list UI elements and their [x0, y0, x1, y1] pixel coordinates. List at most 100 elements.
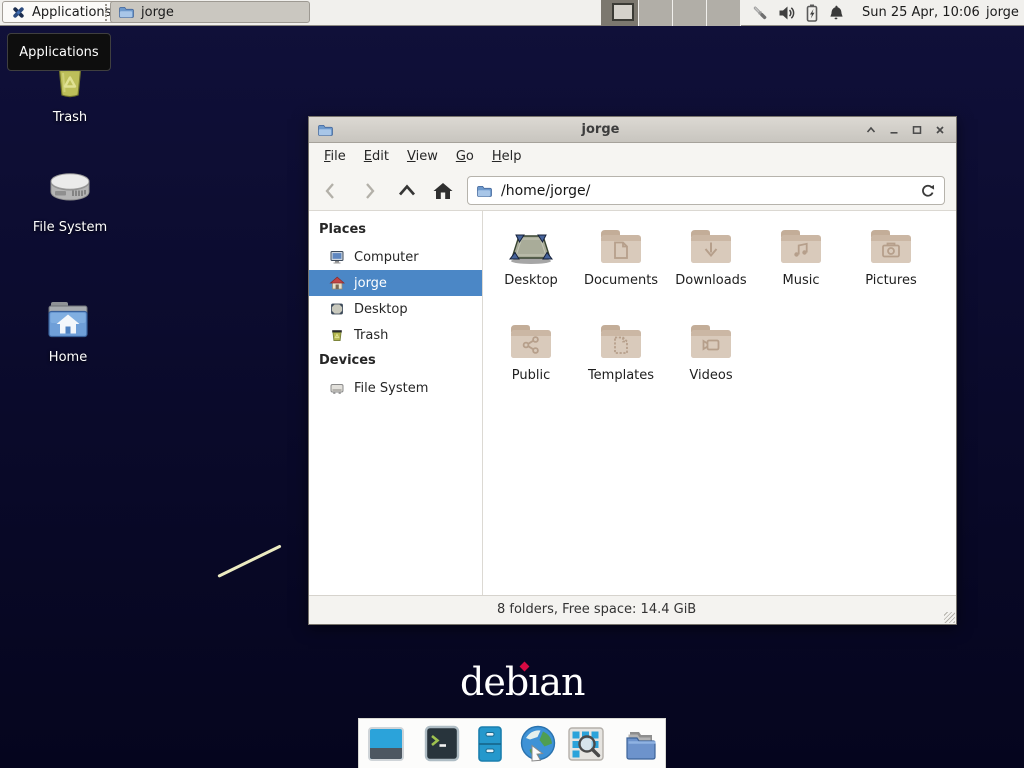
file-item-templates[interactable]: Templates	[576, 314, 666, 409]
file-item-desktop[interactable]: Desktop	[486, 219, 576, 314]
reload-button[interactable]	[920, 183, 936, 199]
sidebar-item-file-system[interactable]: File System	[309, 375, 482, 401]
file-cabinet-icon[interactable]	[470, 724, 510, 764]
templates-folder-icon	[597, 314, 645, 363]
file-label: Documents	[584, 273, 658, 288]
videos-folder-icon	[687, 314, 735, 363]
file-item-documents[interactable]: Documents	[576, 219, 666, 314]
menubar: File Edit View Go Help	[309, 143, 956, 170]
file-label: Public	[512, 368, 550, 383]
terminal-icon[interactable]	[422, 724, 462, 764]
icon-view[interactable]: Desktop Documents	[483, 211, 956, 595]
system-tray	[750, 3, 845, 23]
top-panel: Applications jorge	[0, 0, 1024, 26]
desktop: Applications jorge	[0, 0, 1024, 768]
desk-icon	[507, 219, 555, 268]
shade-button[interactable]	[864, 123, 878, 137]
menu-edit[interactable]: Edit	[355, 149, 398, 164]
battery-icon[interactable]	[804, 3, 820, 23]
public-folder-icon	[507, 314, 555, 363]
desktop-icon-file-system[interactable]: File System	[22, 166, 118, 235]
sidebar-item-jorge[interactable]: jorge	[309, 270, 482, 296]
path-folder-icon	[476, 183, 492, 199]
desktop-icon-home[interactable]: Home	[20, 296, 116, 365]
debian-text-i: ı	[528, 660, 539, 704]
notifications-bell-icon[interactable]	[827, 3, 845, 23]
workspace-4[interactable]	[707, 0, 741, 26]
pager-window-thumb	[612, 3, 634, 21]
sidebar-item-label: File System	[354, 381, 428, 396]
resize-grip[interactable]	[944, 612, 955, 623]
panel-user-menu[interactable]: jorge	[986, 0, 1019, 26]
home-folder-icon	[44, 296, 92, 344]
sidebar-item-trash[interactable]: Trash	[309, 322, 482, 348]
statusbar: 8 folders, Free space: 14.4 GiB	[309, 595, 956, 624]
mouse-cursor	[217, 544, 281, 577]
path-input[interactable]	[499, 182, 913, 200]
debian-wordmark: debıan	[460, 660, 584, 704]
maximize-button[interactable]	[910, 123, 924, 137]
folder-launcher-icon[interactable]	[622, 724, 662, 764]
sidebar-item-computer[interactable]: Computer	[309, 244, 482, 270]
workspace-2[interactable]	[639, 0, 673, 26]
file-label: Templates	[588, 368, 654, 383]
drive-mini-icon	[329, 380, 345, 396]
desktop-mini-icon	[329, 301, 345, 317]
menu-go[interactable]: Go	[447, 149, 483, 164]
computer-icon	[329, 249, 345, 265]
music-folder-icon	[777, 219, 825, 268]
menu-view[interactable]: View	[398, 149, 447, 164]
close-button[interactable]	[933, 123, 947, 137]
workspace-pager[interactable]	[601, 0, 741, 26]
file-item-downloads[interactable]: Downloads	[666, 219, 756, 314]
window-controls	[864, 123, 956, 137]
taskbar-window-button[interactable]: jorge	[110, 1, 310, 23]
sidebar-item-desktop[interactable]: Desktop	[309, 296, 482, 322]
sidebar-header-devices: Devices	[309, 348, 482, 375]
sidebar-item-label: Trash	[354, 328, 388, 343]
panel-clock[interactable]: Sun 25 Apr, 10:06	[862, 0, 980, 26]
file-manager-window: jorge File Edit View Go Help	[308, 116, 957, 625]
file-item-pictures[interactable]: Pictures	[846, 219, 936, 314]
menu-file[interactable]: File	[315, 149, 355, 164]
titlebar[interactable]: jorge	[309, 117, 956, 143]
back-button[interactable]	[319, 179, 343, 203]
file-item-music[interactable]: Music	[756, 219, 846, 314]
documents-folder-icon	[597, 219, 645, 268]
web-browser-icon[interactable]	[518, 724, 558, 764]
sidebar-item-label: Desktop	[354, 302, 408, 317]
bottom-dock	[358, 718, 666, 768]
show-desktop-icon[interactable]	[366, 724, 406, 764]
up-button[interactable]	[395, 179, 419, 203]
file-item-videos[interactable]: Videos	[666, 314, 756, 409]
status-text: 8 folders, Free space: 14.4 GiB	[497, 602, 696, 617]
applications-menu-label: Applications	[32, 5, 111, 20]
volume-icon[interactable]	[777, 3, 797, 23]
home-button[interactable]	[431, 179, 455, 203]
path-field[interactable]	[467, 176, 945, 205]
file-label: Downloads	[675, 273, 746, 288]
applications-tooltip: Applications	[7, 33, 111, 71]
downloads-folder-icon	[687, 219, 735, 268]
drive-icon	[46, 166, 94, 214]
sidebar-header-places: Places	[309, 217, 482, 244]
app-finder-icon[interactable]	[566, 724, 606, 764]
workspace-1[interactable]	[601, 0, 639, 26]
window-content: Places Computer	[309, 211, 956, 595]
debian-text-post: an	[539, 660, 584, 704]
tool-icon[interactable]	[750, 3, 770, 23]
window-title: jorge	[309, 122, 892, 137]
applications-menu-button[interactable]: Applications	[2, 1, 120, 23]
trash-mini-icon	[329, 327, 345, 343]
minimize-button[interactable]	[887, 123, 901, 137]
home-icon	[329, 275, 345, 291]
side-pane: Places Computer	[309, 211, 483, 595]
workspace-3[interactable]	[673, 0, 707, 26]
sidebar-item-label: jorge	[354, 276, 387, 291]
desktop-icon-label: Trash	[53, 110, 87, 125]
desktop-icon-label: Home	[49, 350, 87, 365]
file-item-public[interactable]: Public	[486, 314, 576, 409]
forward-button[interactable]	[357, 179, 381, 203]
menu-help[interactable]: Help	[483, 149, 531, 164]
toolbar	[309, 170, 956, 211]
